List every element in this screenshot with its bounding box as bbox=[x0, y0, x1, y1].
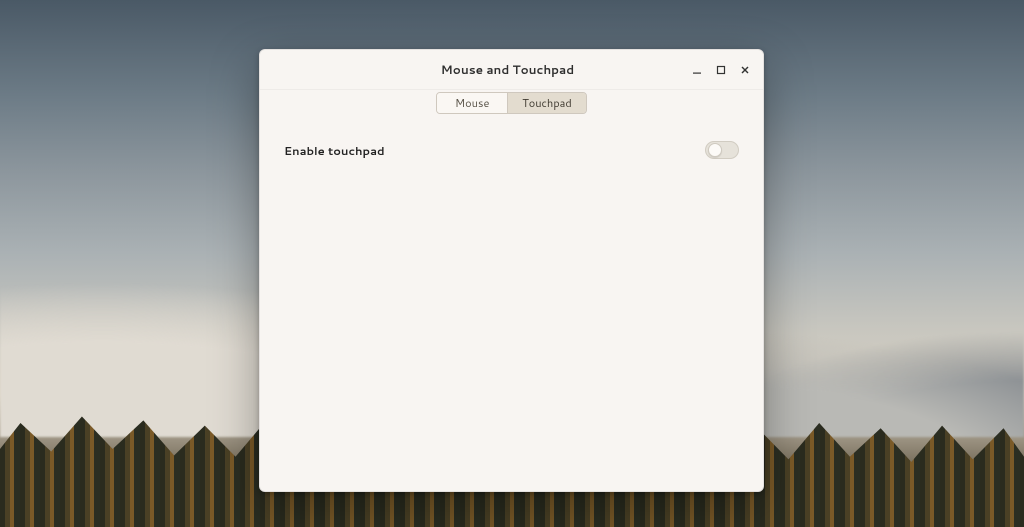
row-enable-touchpad: Enable touchpad bbox=[284, 134, 739, 166]
desktop-wallpaper: Mouse and Touchpad Mouse Touchpad bbox=[0, 0, 1024, 527]
window-controls bbox=[691, 64, 755, 76]
close-icon bbox=[740, 65, 750, 75]
enable-touchpad-label: Enable touchpad bbox=[284, 142, 385, 159]
tab-touchpad[interactable]: Touchpad bbox=[507, 93, 586, 113]
minimize-icon bbox=[692, 65, 702, 75]
tabs-group: Mouse Touchpad bbox=[436, 92, 587, 114]
minimize-button[interactable] bbox=[691, 64, 703, 76]
tabbar: Mouse Touchpad bbox=[260, 90, 763, 122]
close-button[interactable] bbox=[739, 64, 751, 76]
titlebar: Mouse and Touchpad bbox=[260, 50, 763, 90]
tab-mouse[interactable]: Mouse bbox=[437, 93, 507, 113]
window-title: Mouse and Touchpad bbox=[324, 61, 691, 78]
toggle-knob bbox=[708, 143, 722, 157]
maximize-icon bbox=[716, 65, 726, 75]
content-area: Enable touchpad bbox=[260, 122, 763, 491]
enable-touchpad-toggle[interactable] bbox=[705, 141, 739, 159]
settings-window: Mouse and Touchpad Mouse Touchpad bbox=[259, 49, 764, 492]
maximize-button[interactable] bbox=[715, 64, 727, 76]
